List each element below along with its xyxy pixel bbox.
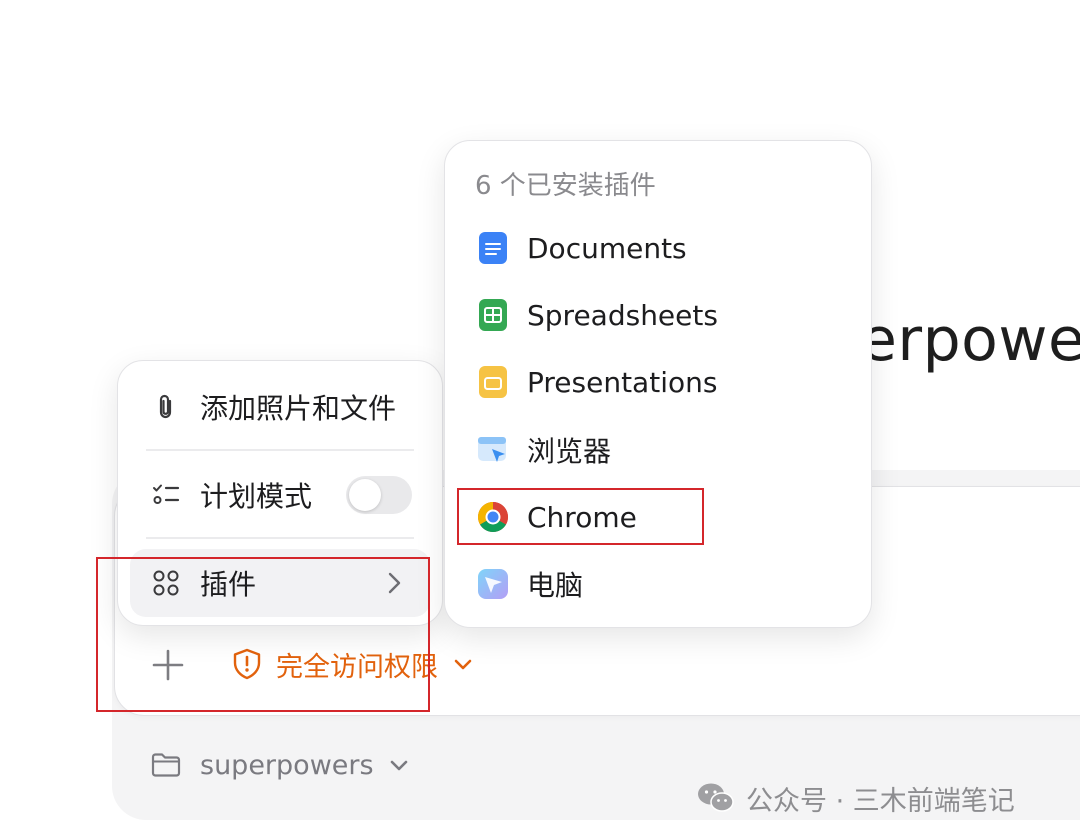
plan-list-icon xyxy=(150,479,182,511)
menu-item-label: 插件 xyxy=(200,568,257,601)
page-heading-fragment: erpowe xyxy=(860,305,1080,375)
menu-item-plan-mode[interactable]: 计划模式 xyxy=(130,461,430,529)
plugin-item-computer[interactable]: 电脑 xyxy=(475,559,583,609)
chevron-down-icon xyxy=(390,760,407,771)
watermark: 公众号 · 三木前端笔记 xyxy=(696,778,1015,818)
chrome-icon xyxy=(477,502,509,533)
plugin-label: Chrome xyxy=(527,500,637,534)
menu-item-label: 计划模式 xyxy=(200,480,313,513)
plugin-item-documents[interactable]: Documents xyxy=(475,223,687,273)
toggle-knob xyxy=(349,479,381,511)
browser-icon xyxy=(478,437,506,462)
plugin-item-presentations[interactable]: Presentations xyxy=(475,357,717,407)
plugin-item-spreadsheets[interactable]: Spreadsheets xyxy=(475,290,718,340)
paperclip-icon xyxy=(150,391,182,423)
watermark-text: 公众号 · 三木前端笔记 xyxy=(746,785,1015,817)
computer-icon xyxy=(478,569,508,599)
documents-icon xyxy=(479,232,507,264)
attachment-menu: 添加照片和文件 计划模式 插件 xyxy=(117,360,443,626)
plugin-item-browser[interactable]: 浏览器 xyxy=(475,425,611,475)
spreadsheets-icon xyxy=(479,299,507,331)
plugin-label: Presentations xyxy=(527,365,718,399)
menu-item-label: 添加照片和文件 xyxy=(200,392,397,425)
chevron-right-icon xyxy=(388,572,401,594)
access-level-dropdown[interactable]: 完全访问权限 xyxy=(230,644,474,684)
plugin-label: Documents xyxy=(527,231,687,265)
folder-icon xyxy=(151,753,181,777)
menu-divider xyxy=(146,537,414,539)
menu-item-add-files[interactable]: 添加照片和文件 xyxy=(130,373,430,441)
plugin-item-chrome[interactable]: Chrome xyxy=(475,492,637,542)
plugins-grid-icon xyxy=(150,567,182,599)
plan-mode-toggle[interactable] xyxy=(346,476,412,514)
menu-item-plugins[interactable]: 插件 xyxy=(130,549,430,617)
chevron-down-icon xyxy=(454,659,472,670)
presentations-icon xyxy=(479,366,507,398)
plugin-label: 浏览器 xyxy=(527,435,612,468)
plus-icon xyxy=(152,649,184,681)
wechat-icon xyxy=(698,783,734,812)
menu-divider xyxy=(146,449,414,451)
plugin-label: Spreadsheets xyxy=(527,298,718,332)
project-folder-label: superpowers xyxy=(200,749,374,781)
plugin-label: 电脑 xyxy=(527,569,584,602)
project-folder-selector[interactable]: superpowers xyxy=(150,745,410,785)
access-level-label: 完全访问权限 xyxy=(276,651,438,683)
submenu-title: 6 个已安装插件 xyxy=(475,171,656,201)
plugins-submenu: 6 个已安装插件 Documents Spreadsheets Presenta… xyxy=(444,140,872,628)
shield-alert-icon xyxy=(233,648,261,680)
add-button[interactable] xyxy=(148,645,188,685)
